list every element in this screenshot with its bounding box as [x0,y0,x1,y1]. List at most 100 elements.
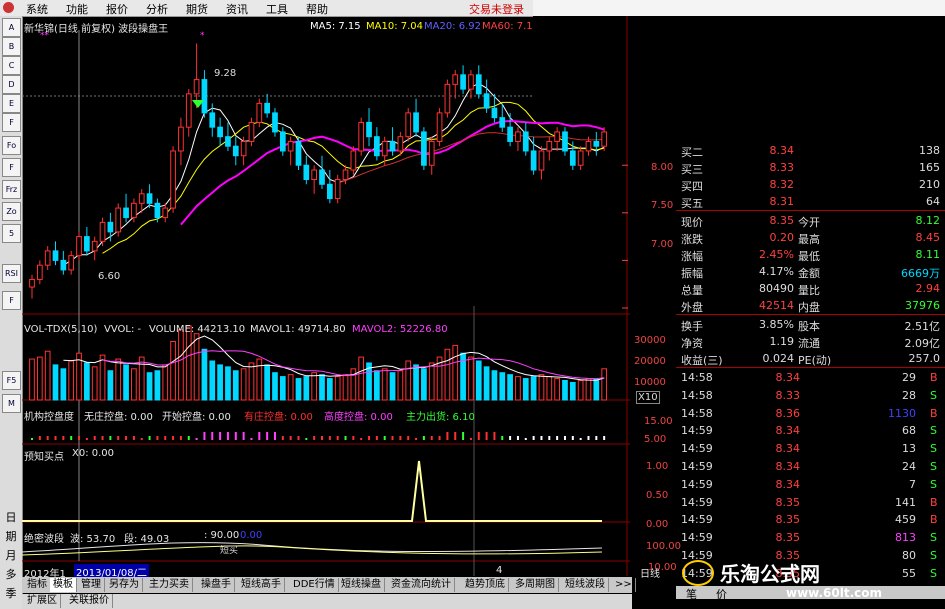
volume-bar [91,366,98,401]
tab-main-trade[interactable]: 主力买卖 [146,578,193,592]
vol-tick: 10000 [634,377,666,388]
tab-save-as[interactable]: 另存为 [106,578,143,592]
period-multi-label[interactable]: 多 [2,566,20,582]
toolbar-button[interactable]: F [2,158,21,177]
menu-item-futures[interactable]: 期货 [186,1,208,17]
menu-item-help[interactable]: 帮助 [306,1,328,17]
control-bar [31,438,33,440]
tab-dde[interactable]: DDE行情 [290,578,339,592]
kline-chart-svg[interactable]: ** * [21,16,632,576]
menu-item-analysis[interactable]: 分析 [146,1,168,17]
volume-bar [475,360,482,401]
toolbar-button[interactable]: F [2,291,21,310]
tick-price: 8.35 [775,513,801,527]
period-month-label[interactable]: 月 [2,547,20,563]
tick-time: 14:58 [681,406,713,420]
tick-volume: 68 [902,424,916,438]
tab-fund-flow[interactable]: 资金流向统计 [388,578,455,592]
candle-body [515,131,521,142]
tab-short-band[interactable]: 短线波段 [562,578,609,592]
tick-time: 14:59 [681,477,713,491]
toolbar-button[interactable]: Fo [2,136,21,155]
control-bar [281,436,284,440]
toolbar-button[interactable]: F5 [2,371,21,390]
tick-row: 14:59 8.34 13 S [676,440,945,457]
control-bar [156,436,159,440]
tick-volume: 141 [895,495,916,509]
vol-indicator-name[interactable]: VOL-TDX(5,10) [24,324,97,335]
tab-indicator[interactable]: 指标 [24,578,51,592]
candle-body [499,117,506,128]
control-bar [446,432,449,440]
candle-body [185,93,192,128]
bid-price: 8.33 [769,161,795,174]
candle-body [60,259,67,271]
tab-short-operate[interactable]: 短线操盘 [338,578,385,592]
candle-body [248,121,255,142]
band-signal-text: 短买 [220,546,239,556]
toolbar-button[interactable]: M [2,394,21,413]
toolbar-button[interactable]: Zo [2,202,21,221]
menu-item-info[interactable]: 资讯 [226,1,248,17]
period-label[interactable]: 期 [2,528,20,544]
kline-chart-area[interactable]: ** * 新华锦(日线 前复权) 波段操盘王 MA5: 7.15 MA10: 7.… [21,16,681,580]
band-indicator-name[interactable]: 绝密波段 [24,530,64,545]
candle-body [115,207,122,233]
tab-multi-period[interactable]: 多周期图 [512,578,559,592]
tick-time: 14:59 [681,442,713,456]
tab-related-quote[interactable]: 关联报价 [66,594,113,608]
toolbar-button[interactable]: E [2,94,21,113]
tab-trend-top[interactable]: 趋势顶底 [462,578,509,592]
control-bar [336,436,339,440]
volume-bar [279,376,286,401]
control-bar [454,432,457,440]
candle-body [295,140,302,166]
toolbar-button[interactable]: Frz [2,180,21,199]
candle-body [342,169,349,181]
tab-operator[interactable]: 操盘手 [198,578,235,592]
volume-bar [499,372,506,401]
toolbar-button[interactable]: A [2,18,21,37]
volume-bar [146,372,153,401]
tick-price: 8.33 [775,388,801,402]
period-quarter-label[interactable]: 季 [2,585,20,601]
panel-divider [676,314,945,315]
volume-bar [248,362,255,401]
menu-item-quote[interactable]: 报价 [106,1,128,17]
menu-item-function[interactable]: 功能 [66,1,88,17]
candle-body [554,131,560,142]
candle-body [452,74,459,85]
ctrl-tick: 15.00 [644,416,673,427]
tab-extend-area[interactable]: 扩展区 [24,594,61,608]
candle-body [146,193,153,204]
tab-manage[interactable]: 管理 [78,578,105,592]
period-daily-label[interactable]: 日线 [640,565,660,580]
volume-bar [115,358,122,401]
zh-indicator-name[interactable]: 预知买点 [24,448,64,463]
candle-body [138,193,145,204]
tab-short-master[interactable]: 短线高手 [238,578,285,592]
volume-bar [319,374,325,401]
candle-body [326,183,333,200]
toolbar-button[interactable]: B [2,37,21,56]
candle-body [389,140,396,152]
control-bar [438,436,441,440]
control-bar [462,432,465,440]
control-bar [360,438,363,440]
menu-item-tools[interactable]: 工具 [266,1,288,17]
menu-item-system[interactable]: 系统 [26,1,48,17]
tab-template[interactable]: 模板 [50,578,77,592]
period-day-label[interactable]: 日 [2,509,20,525]
toolbar-button[interactable]: RSI [2,264,21,283]
trade-login-status[interactable]: 交易未登录 [469,1,524,17]
control-bar [548,436,551,440]
toolbar-button[interactable]: F [2,113,21,132]
toolbar-button[interactable]: C [2,56,21,75]
toolbar-button[interactable]: D [2,75,21,94]
control-bar [219,432,222,440]
ctrl-indicator-name[interactable]: 机构控盘度 [24,408,74,423]
toolbar-button[interactable]: 5 [2,224,21,243]
zh-x-label: X0: 0.00 [72,448,115,459]
candle-body [436,112,443,142]
tab-more[interactable]: >> [612,578,636,592]
